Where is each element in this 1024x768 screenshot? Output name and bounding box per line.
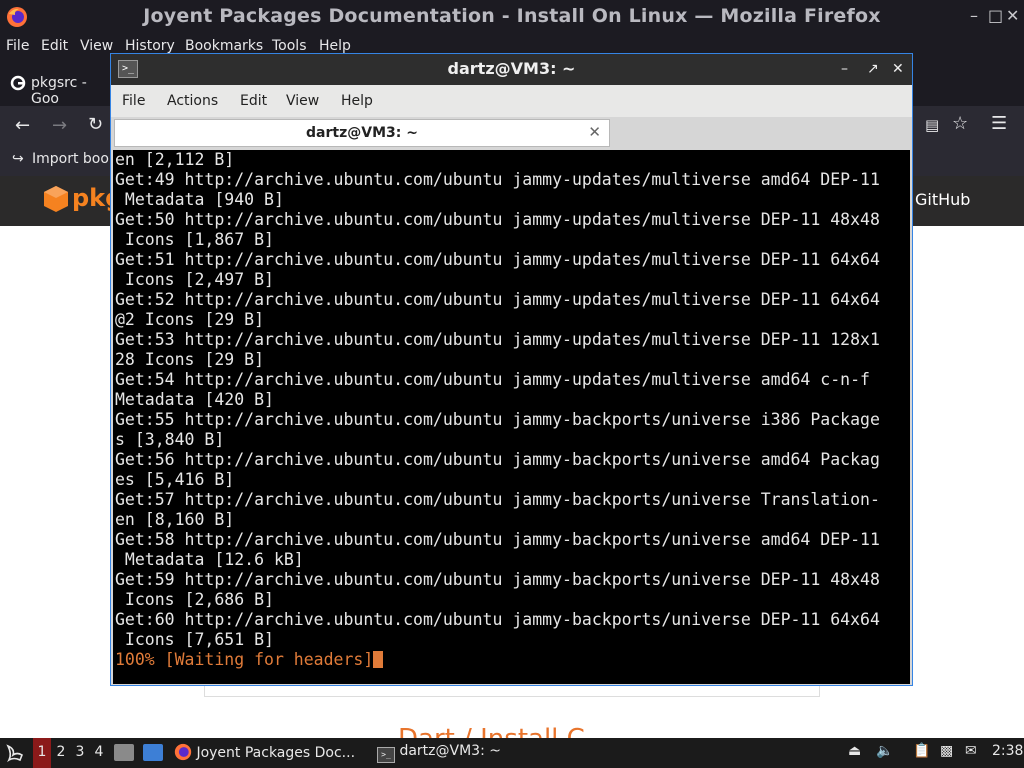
terminal-menu-edit[interactable]: Edit xyxy=(240,93,267,109)
terminal-tab[interactable]: dartz@VM3: ~ ✕ xyxy=(114,119,610,147)
terminal-line: Icons [7,651 B] xyxy=(115,630,274,649)
notification-icon[interactable]: ✉ xyxy=(965,743,977,759)
minimize-icon[interactable]: – xyxy=(970,8,978,24)
menu-history[interactable]: History xyxy=(125,38,175,54)
import-bookmarks-link[interactable]: Import book xyxy=(32,151,117,167)
terminal-line: Metadata [420 B] xyxy=(115,390,274,409)
terminal-minimize-icon[interactable]: – xyxy=(841,61,848,77)
browser-tab[interactable]: pkgsrc - Goo xyxy=(8,70,118,107)
terminal-line: Get:57 http://archive.ubuntu.com/ubuntu … xyxy=(115,490,880,509)
terminal-line: Get:49 http://archive.ubuntu.com/ubuntu … xyxy=(115,170,880,189)
clipboard-icon[interactable]: 📋 xyxy=(913,743,930,759)
terminal-maximize-icon[interactable]: ↗ xyxy=(867,61,879,77)
terminal-line: Get:60 http://archive.ubuntu.com/ubuntu … xyxy=(115,610,880,629)
menu-bookmarks[interactable]: Bookmarks xyxy=(185,38,263,54)
firefox-icon xyxy=(174,743,192,761)
taskbar-task-firefox-label: Joyent Packages Doc... xyxy=(196,745,356,761)
close-icon[interactable]: ✕ xyxy=(1006,8,1019,24)
terminal-tab-label: dartz@VM3: ~ xyxy=(306,125,418,141)
volume-icon[interactable]: 🔈 xyxy=(876,743,893,759)
forward-icon[interactable]: → xyxy=(52,115,67,136)
terminal-line: Get:50 http://archive.ubuntu.com/ubuntu … xyxy=(115,210,880,229)
eject-icon[interactable]: ⏏ xyxy=(848,743,861,759)
terminal-line: Get:54 http://archive.ubuntu.com/ubuntu … xyxy=(115,370,870,389)
start-menu-icon[interactable] xyxy=(5,743,25,763)
firefox-window-title: Joyent Packages Documentation - Install … xyxy=(143,5,881,27)
terminal-line: en [8,160 B] xyxy=(115,510,235,529)
terminal-line: es [5,416 B] xyxy=(115,470,235,489)
taskbar-task-firefox[interactable]: Joyent Packages Doc... xyxy=(174,743,355,761)
terminal-line: Icons [2,497 B] xyxy=(115,270,274,289)
terminal-cursor xyxy=(373,651,384,668)
menu-tools[interactable]: Tools xyxy=(272,38,307,54)
terminal-window: >_ dartz@VM3: ~ – ↗ ✕ File Actions Edit … xyxy=(110,53,913,686)
taskbar-task-terminal[interactable]: >_ dartz@VM3: ~ xyxy=(377,743,501,763)
terminal-line: Get:52 http://archive.ubuntu.com/ubuntu … xyxy=(115,290,880,309)
terminal-menubar: File Actions Edit View Help xyxy=(111,85,912,118)
terminal-menu-help[interactable]: Help xyxy=(341,93,373,109)
terminal-line: en [2,112 B] xyxy=(115,150,235,169)
app-menu-icon[interactable]: ☰ xyxy=(991,113,1007,134)
menu-view[interactable]: View xyxy=(80,38,113,54)
back-icon[interactable]: ← xyxy=(15,115,30,136)
pkgsrc-logo-icon xyxy=(44,186,68,212)
file-manager-icon[interactable] xyxy=(114,744,134,761)
reader-view-icon[interactable]: ▤ xyxy=(925,116,939,134)
terminal-icon: >_ xyxy=(377,747,395,763)
terminal-line: Get:56 http://archive.ubuntu.com/ubuntu … xyxy=(115,450,880,469)
import-icon: ↪ xyxy=(12,151,24,167)
reload-icon[interactable]: ↻ xyxy=(88,114,103,135)
terminal-close-icon[interactable]: ✕ xyxy=(892,61,904,77)
taskbar: 1 2 3 4 Joyent Packages Doc... >_ dartz@… xyxy=(0,738,1024,768)
workspace-2[interactable]: 2 xyxy=(53,744,69,760)
terminal-menu-file[interactable]: File xyxy=(122,93,145,109)
show-desktop-icon[interactable] xyxy=(143,744,163,761)
terminal-line: Metadata [12.6 kB] xyxy=(115,550,304,569)
terminal-menu-actions[interactable]: Actions xyxy=(167,93,218,109)
terminal-line: Get:55 http://archive.ubuntu.com/ubuntu … xyxy=(115,410,880,429)
browser-tab-label: pkgsrc - Goo xyxy=(31,75,87,107)
terminal-window-title: dartz@VM3: ~ xyxy=(447,59,576,78)
network-icon[interactable]: ▩ xyxy=(940,743,953,759)
terminal-line: s [3,840 B] xyxy=(115,430,225,449)
github-link[interactable]: GitHub xyxy=(915,190,970,209)
terminal-line: Icons [2,686 B] xyxy=(115,590,274,609)
terminal-line: Get:58 http://archive.ubuntu.com/ubuntu … xyxy=(115,530,880,549)
terminal-status-line: 100% [Waiting for headers] xyxy=(115,650,384,669)
terminal-line: Get:51 http://archive.ubuntu.com/ubuntu … xyxy=(115,250,880,269)
workspace-1[interactable]: 1 xyxy=(34,744,50,760)
maximize-icon[interactable]: □ xyxy=(988,8,1003,24)
terminal-status-text: 100% [Waiting for headers] xyxy=(115,650,374,669)
firefox-titlebar: Joyent Packages Documentation - Install … xyxy=(0,0,1024,34)
terminal-line: @2 Icons [29 B] xyxy=(115,310,265,329)
terminal-menu-view[interactable]: View xyxy=(286,93,319,109)
terminal-line: Metadata [940 B] xyxy=(115,190,284,209)
bookmark-star-icon[interactable]: ☆ xyxy=(952,113,968,134)
taskbar-task-terminal-label: dartz@VM3: ~ xyxy=(399,743,501,759)
menu-edit[interactable]: Edit xyxy=(41,38,68,54)
terminal-output[interactable]: en [2,112 B] Get:49 http://archive.ubunt… xyxy=(113,150,910,684)
terminal-titlebar[interactable]: >_ dartz@VM3: ~ – ↗ ✕ xyxy=(111,54,912,85)
workspace-4[interactable]: 4 xyxy=(91,744,107,760)
terminal-line: Icons [1,867 B] xyxy=(115,230,274,249)
clock: 2:38 xyxy=(992,743,1024,759)
menu-help[interactable]: Help xyxy=(319,38,351,54)
menu-file[interactable]: File xyxy=(6,38,29,54)
terminal-text: en [2,112 B] Get:49 http://archive.ubunt… xyxy=(115,150,880,670)
terminal-line: Get:53 http://archive.ubuntu.com/ubuntu … xyxy=(115,330,880,349)
terminal-tabstrip: dartz@VM3: ~ ✕ xyxy=(111,117,912,148)
terminal-line: Get:59 http://archive.ubuntu.com/ubuntu … xyxy=(115,570,880,589)
terminal-line: 28 Icons [29 B] xyxy=(115,350,265,369)
google-icon xyxy=(10,75,26,91)
terminal-tab-close-icon[interactable]: ✕ xyxy=(588,123,601,141)
workspace-3[interactable]: 3 xyxy=(72,744,88,760)
